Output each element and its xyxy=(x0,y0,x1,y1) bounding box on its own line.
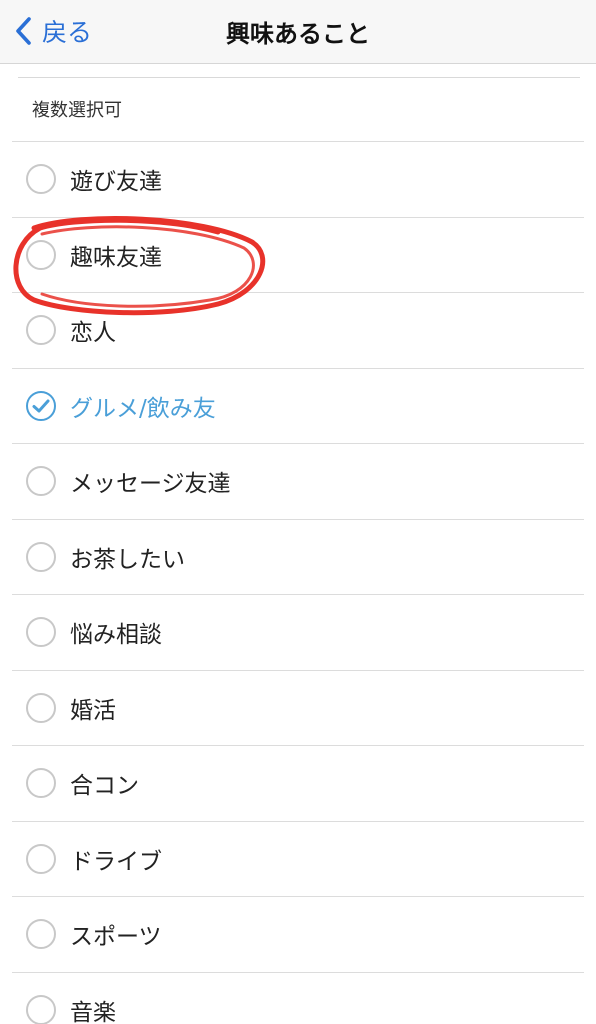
option-row[interactable]: 音楽 xyxy=(12,973,584,1024)
option-label: 婚活 xyxy=(70,697,116,724)
option-row[interactable]: お茶したい xyxy=(12,520,584,595)
page-title: 興味あること xyxy=(226,19,370,48)
option-row[interactable]: 遊び友達 xyxy=(12,142,584,218)
checkmark-circle-icon[interactable] xyxy=(26,390,56,421)
option-row[interactable]: 恋人 xyxy=(12,293,584,369)
option-label: お茶したい xyxy=(70,546,185,573)
option-row[interactable]: 婚活 xyxy=(12,671,584,746)
unchecked-circle-icon[interactable] xyxy=(26,768,56,799)
option-row[interactable]: 合コン xyxy=(12,746,584,822)
navigation-bar: 戻る 興味あること xyxy=(0,0,596,64)
unchecked-circle-icon[interactable] xyxy=(26,843,56,874)
option-row[interactable]: 趣味友達 xyxy=(12,218,584,293)
option-label: メッセージ友達 xyxy=(70,471,231,498)
option-row[interactable]: ドライブ xyxy=(12,822,584,897)
option-label: 合コン xyxy=(70,773,139,800)
option-label: グルメ/飲み友 xyxy=(70,395,216,422)
interest-option-list: 遊び友達 趣味友達 恋人 グルメ/飲み友 メッセージ友達 お茶したい 悩み相談 … xyxy=(0,142,596,1024)
unchecked-circle-icon[interactable] xyxy=(26,239,56,270)
divider xyxy=(18,77,580,78)
unchecked-circle-icon[interactable] xyxy=(26,919,56,950)
option-row[interactable]: スポーツ xyxy=(12,897,584,973)
checkmark-icon xyxy=(32,399,50,413)
unchecked-circle-icon[interactable] xyxy=(26,994,56,1024)
option-label: 音楽 xyxy=(70,999,116,1024)
unchecked-circle-icon[interactable] xyxy=(26,617,56,648)
option-label: 恋人 xyxy=(70,320,116,347)
unchecked-circle-icon[interactable] xyxy=(26,315,56,346)
unchecked-circle-icon[interactable] xyxy=(26,466,56,497)
option-label: ドライブ xyxy=(70,848,162,875)
option-row[interactable]: メッセージ友達 xyxy=(12,444,584,520)
option-label: 悩み相談 xyxy=(70,622,162,649)
option-label: 遊び友達 xyxy=(70,169,162,196)
option-label: 趣味友達 xyxy=(70,244,162,271)
option-row[interactable]: 悩み相談 xyxy=(12,595,584,671)
option-label: スポーツ xyxy=(70,924,162,951)
unchecked-circle-icon[interactable] xyxy=(26,164,56,195)
option-row-selected[interactable]: グルメ/飲み友 xyxy=(12,369,584,444)
unchecked-circle-icon[interactable] xyxy=(26,692,56,723)
multi-select-hint: 複数選択可 xyxy=(32,100,122,121)
unchecked-circle-icon[interactable] xyxy=(26,541,56,572)
